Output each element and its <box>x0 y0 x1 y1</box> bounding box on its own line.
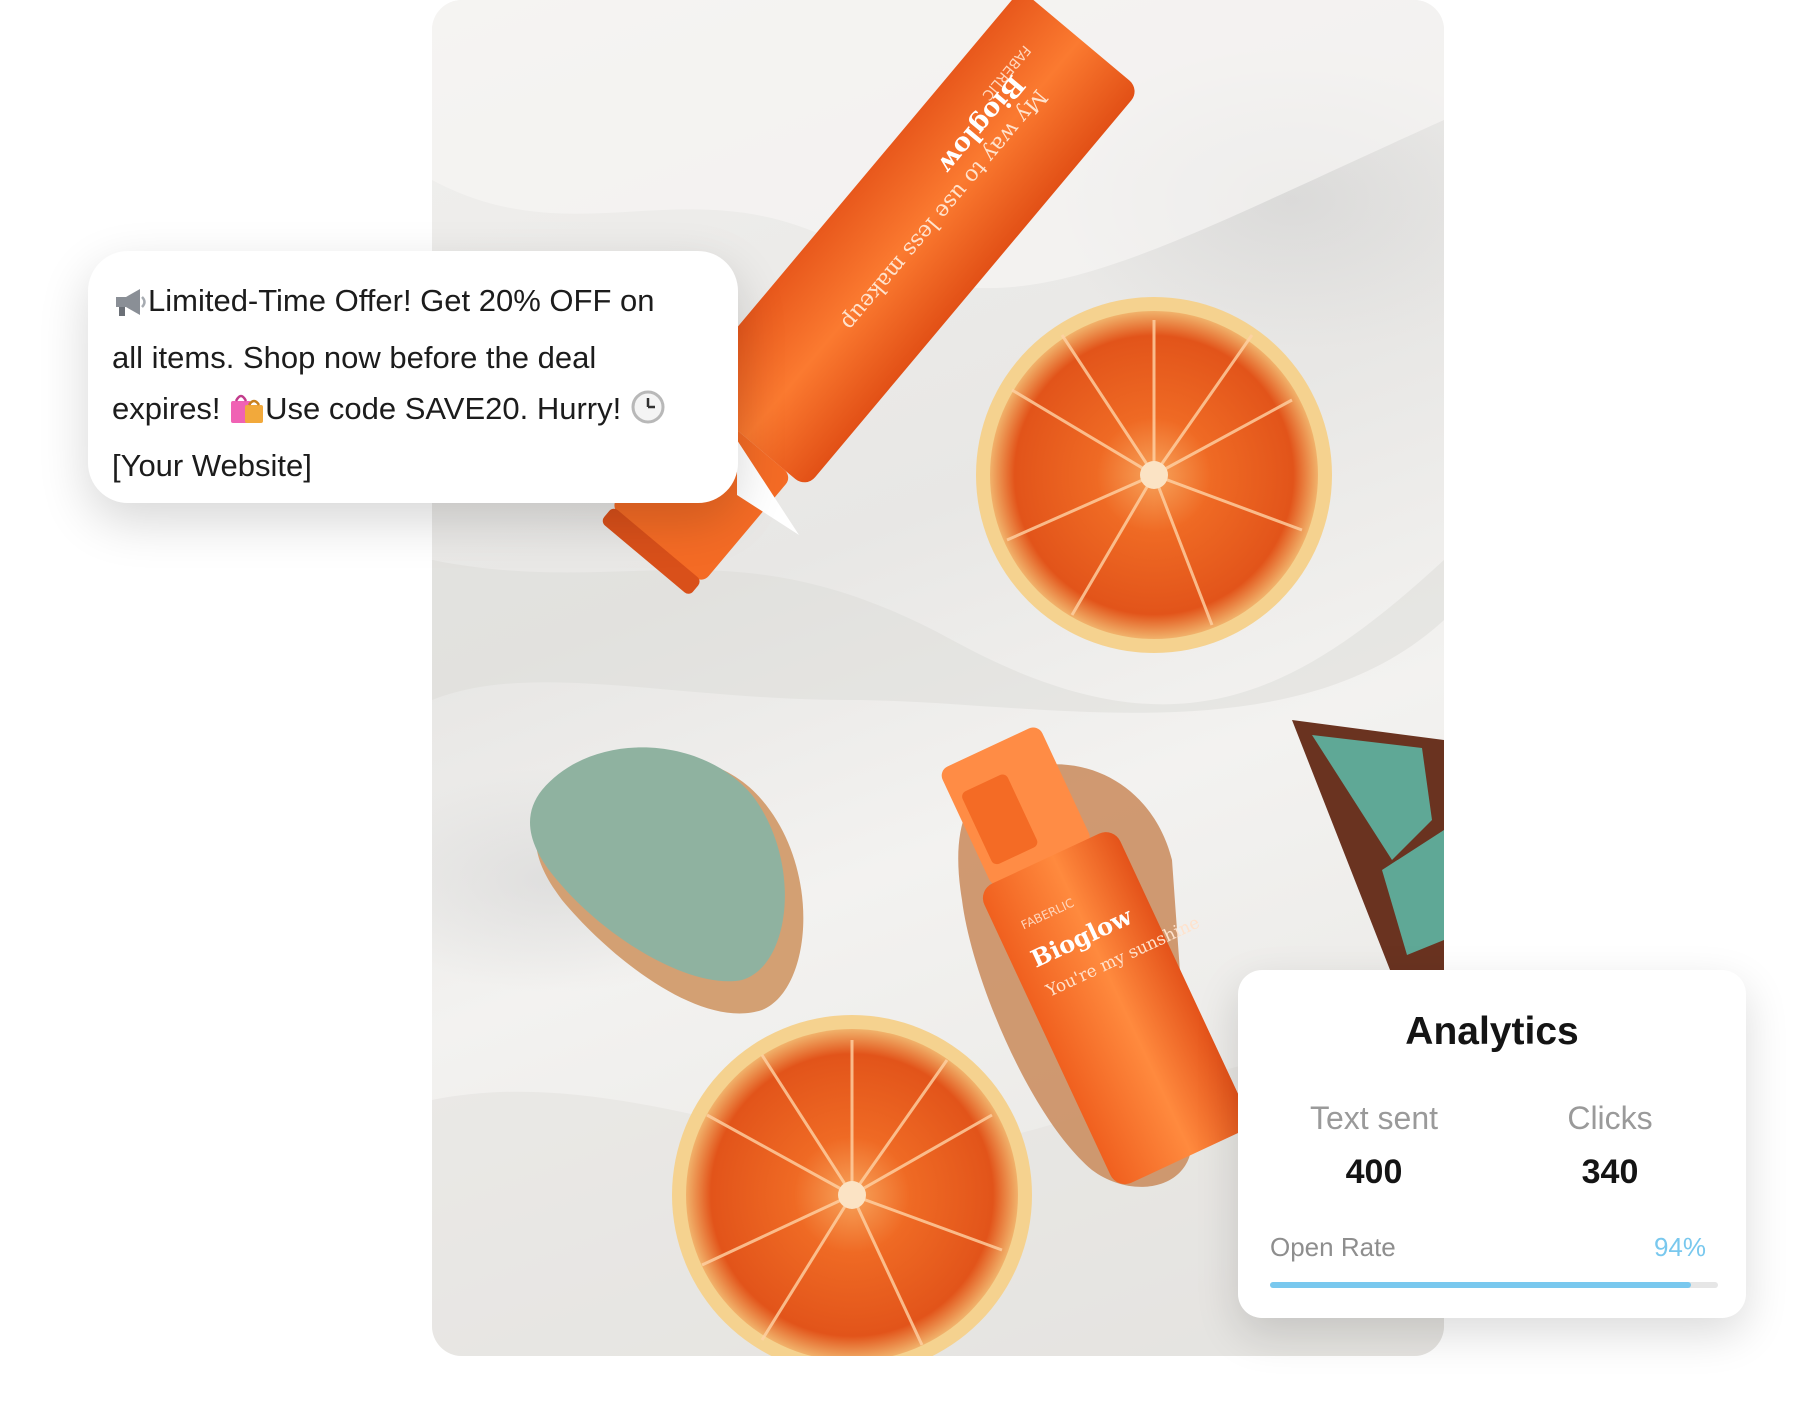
megaphone-icon <box>112 281 148 332</box>
sms-message-bubble: Limited-Time Offer! Get 20% OFF on all i… <box>88 251 738 503</box>
green-stone-left <box>530 747 804 1014</box>
text-sent-value: 400 <box>1345 1153 1403 1191</box>
bubble-tail <box>737 440 799 535</box>
message-line-1: Limited-Time Offer! Get 20% OFF on <box>148 283 655 318</box>
message-line-3: expires! <box>112 391 221 426</box>
orange-half-bottom <box>672 1015 1032 1356</box>
open-rate-value: 94% <box>1653 1232 1706 1262</box>
message-line-2: all items. Shop now before the deal <box>112 340 597 375</box>
stat-text-sent: Text sent 400 <box>1264 1100 1484 1192</box>
clicks-value: 340 <box>1581 1153 1639 1191</box>
shopping-bags-icon <box>229 389 265 440</box>
analytics-card: Analytics Text sent 400 Clicks 340 Open … <box>1238 970 1746 1318</box>
open-rate-progress-fill <box>1270 1282 1692 1288</box>
clock-icon <box>630 389 666 440</box>
tile-piece-right <box>1292 720 1444 975</box>
text-sent-label: Text sent <box>1309 1100 1439 1136</box>
analytics-title: Analytics <box>1405 1010 1579 1053</box>
clicks-label: Clicks <box>1567 1100 1653 1136</box>
message-link[interactable]: [Your Website] <box>112 448 312 483</box>
sms-message-text: Limited-Time Offer! Get 20% OFF on all i… <box>112 275 712 491</box>
message-line-4: Use code SAVE20. Hurry! <box>265 391 622 426</box>
open-rate-progress-track <box>1270 1282 1718 1288</box>
open-rate-label: Open Rate <box>1270 1232 1396 1262</box>
orange-half-top <box>976 297 1332 653</box>
stat-clicks: Clicks 340 <box>1500 1100 1720 1192</box>
